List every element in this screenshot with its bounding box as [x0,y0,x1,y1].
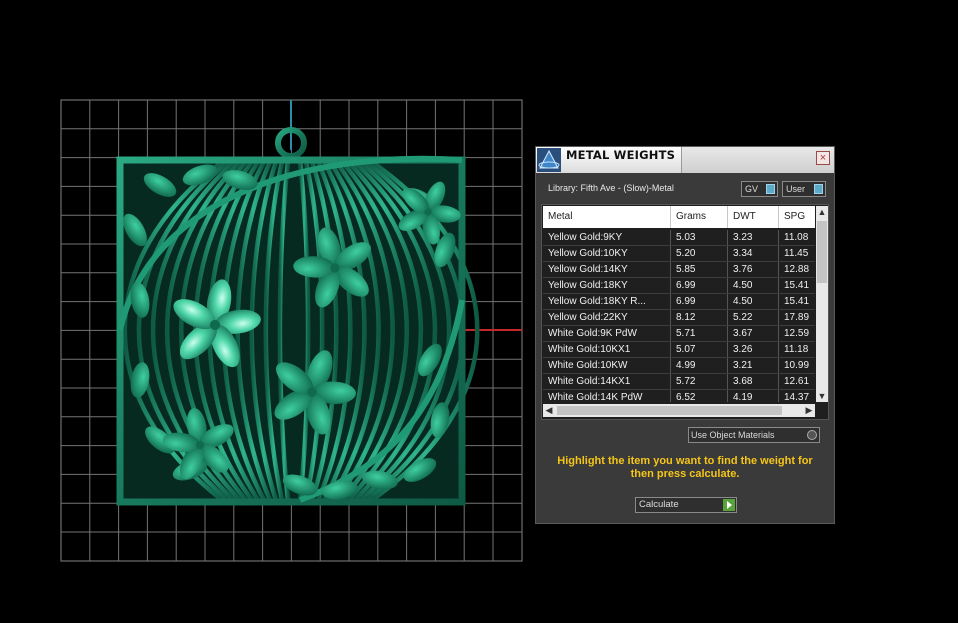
table-row[interactable]: Yellow Gold:18KY R... 6.99 4.50 15.41 [543,294,815,310]
metal-cell: White Gold:14K PdW [543,390,671,402]
scroll-right-icon[interactable]: ▶ [803,404,815,417]
horizontal-scroll-thumb[interactable] [557,406,782,415]
metal-cell: Yellow Gold:9KY [543,230,671,245]
toggle-knob-icon [766,184,775,194]
pendant-render[interactable] [0,0,530,623]
spg-cell: 11.18 [784,344,809,355]
dwt-cell: 3.76 [728,262,779,277]
metal-cell: Yellow Gold:18KY R... [543,294,671,309]
radio-icon[interactable] [807,430,817,440]
dwt-cell: 4.19 [728,390,779,402]
calculate-label: Calculate [639,499,679,510]
grams-cell: 5.71 [671,326,728,341]
spg-cell: 12.88 [784,264,810,275]
library-label: Library: Fifth Ave - (Slow)-Metal [548,183,674,193]
table-row[interactable]: Yellow Gold:10KY 5.20 3.34 11.45 [543,246,815,262]
table-header: Metal Grams DWT SPG [543,206,815,228]
header-spg[interactable]: SPG [779,206,815,228]
dwt-cell: 4.50 [728,278,779,293]
metal-cell: White Gold:9K PdW [543,326,671,341]
table-row[interactable]: Yellow Gold:22KY 8.12 5.22 17.89 [543,310,815,326]
table-row[interactable]: White Gold:9K PdW 5.71 3.67 12.59 [543,326,815,342]
gv-toggle-label: GV [745,184,759,194]
table-row[interactable]: White Gold:14KX1 5.72 3.68 12.61 [543,374,815,390]
table-row[interactable]: White Gold:10KW 4.99 3.21 10.99 [543,358,815,374]
table-row[interactable]: Yellow Gold:14KY 5.85 3.76 12.88 [543,262,815,278]
pyramid-logo-icon [537,148,561,172]
dialog-title: METAL WEIGHTS [566,148,676,162]
use-object-materials-label: Use Object Materials [691,430,775,440]
spg-cell: 17.89 [784,312,810,323]
spg-cell: 11.08 [784,232,809,243]
metal-cell: White Gold:10KX1 [543,342,671,357]
metal-cell: Yellow Gold:18KY [543,278,671,293]
metal-weights-dialog: METAL WEIGHTS × Library: Fifth Ave - (Sl… [535,146,835,524]
scroll-down-icon[interactable]: ▼ [816,390,828,402]
grams-cell: 8.12 [671,310,728,325]
user-toggle-label: User [786,184,806,194]
spg-cell: 11.45 [784,248,809,259]
gv-toggle[interactable]: GV [741,181,778,197]
grams-cell: 5.07 [671,342,728,357]
dwt-cell: 3.23 [728,230,779,245]
toggle-knob-icon [814,184,823,194]
spg-cell: 15.41 [784,296,810,307]
play-arrow-icon [723,499,735,511]
dwt-cell: 5.22 [728,310,779,325]
dwt-cell: 3.21 [728,358,779,373]
grams-cell: 6.99 [671,278,728,293]
metal-table[interactable]: Metal Grams DWT SPG Yellow Gold:9KY 5.03 3… [541,204,829,420]
header-metal[interactable]: Metal [543,206,671,228]
table-row[interactable]: Yellow Gold:18KY 6.99 4.50 15.41 [543,278,815,294]
dwt-cell: 3.26 [728,342,779,357]
table-row[interactable]: White Gold:10KX1 5.07 3.26 11.18 [543,342,815,358]
grams-cell: 6.52 [671,390,728,402]
dwt-cell: 4.50 [728,294,779,309]
metal-cell: Yellow Gold:22KY [543,310,671,325]
title-tab: METAL WEIGHTS [536,147,682,173]
dwt-cell: 3.34 [728,246,779,261]
scroll-up-icon[interactable]: ▲ [816,206,828,218]
close-icon[interactable]: × [816,151,830,165]
spg-cell: 10.99 [784,360,810,371]
title-bar[interactable]: METAL WEIGHTS × [536,147,834,173]
dwt-cell: 3.68 [728,374,779,389]
grams-cell: 6.99 [671,294,728,309]
calculate-button[interactable]: Calculate [635,497,737,513]
viewport[interactable] [0,0,530,623]
header-dwt[interactable]: DWT [728,206,779,228]
grams-cell: 5.72 [671,374,728,389]
metal-cell: White Gold:14KX1 [543,374,671,389]
table-body: Yellow Gold:9KY 5.03 3.23 11.08 Yellow Gold:… [543,230,815,402]
spg-cell: 15.41 [784,280,810,291]
user-toggle[interactable]: User [782,181,826,197]
grams-cell: 5.85 [671,262,728,277]
metal-cell: Yellow Gold:10KY [543,246,671,261]
table-row[interactable]: White Gold:14K PdW 6.52 4.19 14.37 [543,390,815,402]
dwt-cell: 3.67 [728,326,779,341]
instruction-text: Highlight the item you want to find the … [557,455,813,480]
metal-cell: Yellow Gold:14KY [543,262,671,277]
vertical-scroll-thumb[interactable] [817,221,827,283]
spg-cell: 12.61 [784,376,810,387]
metal-cell: White Gold:10KW [543,358,671,373]
table-row[interactable]: Yellow Gold:9KY 5.03 3.23 11.08 [543,230,815,246]
spg-cell: 12.59 [784,328,810,339]
grams-cell: 5.20 [671,246,728,261]
vertical-scrollbar[interactable]: ▲ ▼ [816,206,828,402]
header-grams[interactable]: Grams [671,206,728,228]
grams-cell: 4.99 [671,358,728,373]
horizontal-scrollbar[interactable]: ◀ ▶ [543,404,815,417]
grams-cell: 5.03 [671,230,728,245]
scroll-left-icon[interactable]: ◀ [543,404,555,417]
spg-cell: 14.37 [784,392,810,402]
use-object-materials-option[interactable]: Use Object Materials [688,427,820,443]
